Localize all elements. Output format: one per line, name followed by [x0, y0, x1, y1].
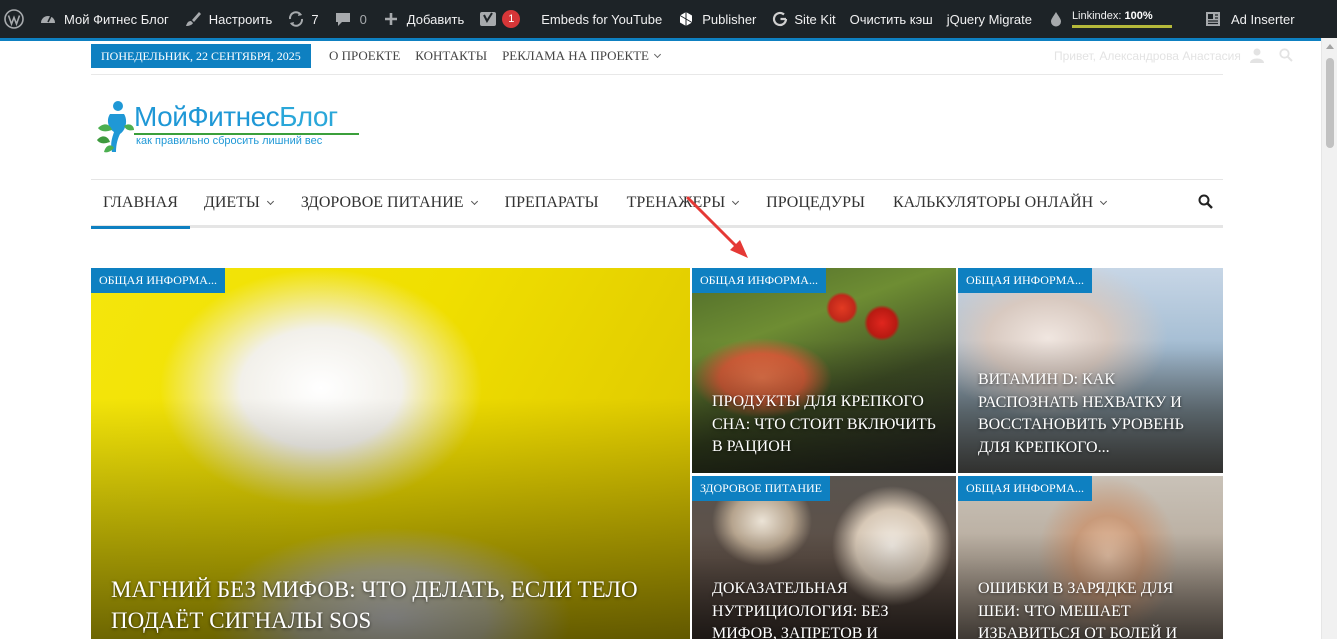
drop-icon	[1046, 9, 1066, 29]
post-category-badge[interactable]: ОБЩАЯ ИНФОРМА...	[91, 268, 225, 293]
linkindex-label: Linkindex:	[1071, 9, 1122, 22]
yoast-notification-badge: 1	[502, 10, 521, 28]
nav-item-1[interactable]: ДИЕТЫ	[190, 180, 287, 226]
brush-icon	[183, 9, 203, 29]
top-link-contacts[interactable]: КОНТАКТЫ	[415, 48, 487, 64]
site-name-menu[interactable]: Мой Фитнес Блог	[31, 0, 176, 38]
logo-title-part1: МойФитнес	[134, 101, 280, 132]
user-icon	[1249, 47, 1265, 66]
nav-item-label: КАЛЬКУЛЯТОРЫ ОНЛАЙН	[892, 194, 1094, 211]
publisher-label: Publisher	[702, 11, 757, 27]
featured-post-nutrition[interactable]: ЗДОРОВОЕ ПИТАНИЕ ДОКАЗАТЕЛЬНАЯ НУТРИЦИОЛ…	[692, 476, 956, 639]
linkindex-widget: Linkindex: 100%	[1071, 9, 1172, 28]
nav-item-label: ПРЕПАРАТЫ	[504, 194, 599, 211]
scrollbar-thumb[interactable]	[1326, 58, 1334, 148]
main-nav-list: ГЛАВНАЯ ДИЕТЫ ЗДОРОВОЕ ПИТАНИЕ ПРЕПАРАТЫ ТРЕ…	[91, 180, 1223, 229]
search-icon[interactable]	[1279, 47, 1293, 65]
updates-link[interactable]: 7	[279, 0, 325, 38]
plus-icon	[381, 9, 401, 29]
fitness-figure-icon	[97, 101, 134, 153]
nav-item-3[interactable]: ПРЕПАРАТЫ	[491, 180, 613, 226]
scroll-up-arrow[interactable]	[1326, 44, 1334, 49]
annotation-arrow-icon	[686, 196, 748, 258]
wp-logo-menu[interactable]	[0, 0, 31, 38]
embeds-youtube-link[interactable]: Embeds for YouTube	[527, 0, 669, 38]
ad-inserter-icon	[1203, 9, 1223, 29]
nav-item-5[interactable]: ПРОЦЕДУРЫ	[752, 180, 879, 226]
chevron-down-icon	[653, 50, 662, 59]
user-greeting[interactable]: Привет, Александрова Анастасия	[1054, 44, 1293, 68]
nav-item-label: ЗДОРОВОЕ ПИТАНИЕ	[300, 194, 464, 211]
page-scrollbar[interactable]	[1321, 38, 1337, 639]
chevron-down-icon	[470, 197, 478, 205]
jquery-migrate-link[interactable]: jQuery Migrate	[940, 0, 1039, 38]
current-date: ПОНЕДЕЛЬНИК, 22 СЕНТЯБРЯ, 2025	[91, 44, 311, 68]
post-title[interactable]: МАГНИЙ БЕЗ МИФОВ: ЧТО ДЕЛАТЬ, ЕСЛИ ТЕЛО …	[111, 574, 660, 636]
admin-bar: Мой Фитнес Блог Настроить 7 0 Добавить 1…	[0, 0, 1337, 38]
yoast-icon	[478, 9, 498, 29]
logo-tagline: как правильно сбросить лишний вес	[136, 135, 323, 147]
site-kit-link[interactable]: Site Kit	[763, 0, 842, 38]
featured-post-vitamin-d[interactable]: ОБЩАЯ ИНФОРМА... ВИТАМИН D: КАК РАСПОЗНА…	[958, 268, 1223, 473]
updates-count: 7	[311, 11, 319, 27]
top-bar: ПОНЕДЕЛЬНИК, 22 СЕНТЯБРЯ, 2025 О ПРОЕКТЕ…	[91, 44, 1293, 75]
post-title[interactable]: ДОКАЗАТЕЛЬНАЯ НУТРИЦИОЛОГИЯ: БЕЗ МИФОВ, …	[712, 578, 938, 639]
nav-item-2[interactable]: ЗДОРОВОЕ ПИТАНИЕ	[287, 180, 491, 226]
site-name-label: Мой Фитнес Блог	[64, 11, 169, 27]
nav-item-label: ДИЕТЫ	[203, 194, 260, 211]
nav-item-0[interactable]: ГЛАВНАЯ	[91, 180, 190, 229]
wordpress-icon	[4, 9, 24, 29]
linkindex-link[interactable]: Linkindex: 100%	[1039, 0, 1179, 38]
post-category-badge[interactable]: ОБЩАЯ ИНФОРМА...	[958, 268, 1092, 293]
dashboard-icon	[38, 9, 58, 29]
top-links: О ПРОЕКТЕ КОНТАКТЫ РЕКЛАМА НА ПРОЕКТЕ	[329, 44, 675, 68]
publisher-link[interactable]: Publisher	[669, 0, 763, 38]
updates-icon	[286, 9, 306, 29]
linkindex-progress-bar	[1071, 24, 1172, 28]
top-link-advertising-label: РЕКЛАМА НА ПРОЕКТЕ	[502, 48, 649, 63]
nav-item-label: ПРОЦЕДУРЫ	[766, 194, 865, 211]
comments-count: 0	[359, 11, 367, 27]
site-logo[interactable]: МойФитнесБлог как правильно сбросить лиш…	[96, 98, 366, 154]
jquery-migrate-label: jQuery Migrate	[946, 11, 1032, 27]
post-title[interactable]: ПРОДУКТЫ ДЛЯ КРЕПКОГО СНА: ЧТО СТОИТ ВКЛ…	[712, 391, 938, 459]
post-title[interactable]: ОШИБКИ В ЗАРЯДКЕ ДЛЯ ШЕИ: ЧТО МЕШАЕТ ИЗБ…	[978, 578, 1205, 639]
site-kit-label: Site Kit	[794, 11, 836, 27]
linkindex-progress-fill	[1071, 24, 1172, 28]
chevron-down-icon	[1100, 197, 1108, 205]
main-navigation: ГЛАВНАЯ ДИЕТЫ ЗДОРОВОЕ ПИТАНИЕ ПРЕПАРАТЫ ТРЕ…	[91, 179, 1223, 229]
top-link-advertising[interactable]: РЕКЛАМА НА ПРОЕКТЕ	[502, 48, 662, 64]
featured-post-sleep-foods[interactable]: ОБЩАЯ ИНФОРМА... ПРОДУКТЫ ДЛЯ КРЕПКОГО С…	[692, 268, 956, 473]
top-link-about[interactable]: О ПРОЕКТЕ	[329, 48, 400, 64]
clear-cache-label: Очистить кэш	[849, 11, 933, 27]
chevron-down-icon	[266, 197, 274, 205]
greeting-text: Привет, Александрова Анастасия	[1054, 49, 1241, 63]
customize-label: Настроить	[208, 11, 273, 27]
post-category-badge[interactable]: ОБЩАЯ ИНФОРМА...	[958, 476, 1092, 501]
comment-icon	[333, 9, 353, 29]
publisher-icon	[676, 9, 696, 29]
nav-item-label: ГЛАВНАЯ	[103, 194, 178, 211]
add-new-menu[interactable]: Добавить	[374, 0, 471, 38]
post-title[interactable]: ВИТАМИН D: КАК РАСПОЗНАТЬ НЕХВАТКУ И ВОС…	[978, 369, 1205, 459]
ad-inserter-link[interactable]: Ad Inserter	[1179, 0, 1302, 38]
linkindex-value: 100%	[1124, 9, 1153, 22]
post-category-badge[interactable]: ОБЩАЯ ИНФОРМА...	[692, 268, 826, 293]
embeds-youtube-label: Embeds for YouTube	[541, 11, 663, 27]
yoast-menu[interactable]: 1	[471, 0, 527, 38]
add-new-label: Добавить	[406, 11, 465, 27]
ad-inserter-label: Ad Inserter	[1230, 11, 1295, 27]
comments-link[interactable]: 0	[326, 0, 374, 38]
google-g-icon	[770, 9, 790, 29]
nav-item-6[interactable]: КАЛЬКУЛЯТОРЫ ОНЛАЙН	[879, 180, 1120, 226]
logo-title: МойФитнесБлог	[134, 101, 338, 133]
post-category-badge[interactable]: ЗДОРОВОЕ ПИТАНИЕ	[692, 476, 831, 501]
nav-search-icon[interactable]	[1198, 194, 1213, 214]
accent-line	[0, 38, 1321, 41]
featured-post-neck-exercise[interactable]: ОБЩАЯ ИНФОРМА... ОШИБКИ В ЗАРЯДКЕ ДЛЯ ШЕ…	[958, 476, 1223, 639]
clear-cache-link[interactable]: Очистить кэш	[843, 0, 940, 38]
logo-title-part2: Блог	[279, 101, 338, 132]
featured-post-large[interactable]: ОБЩАЯ ИНФОРМА... МАГНИЙ БЕЗ МИФОВ: ЧТО Д…	[91, 268, 690, 639]
customize-link[interactable]: Настроить	[176, 0, 280, 38]
